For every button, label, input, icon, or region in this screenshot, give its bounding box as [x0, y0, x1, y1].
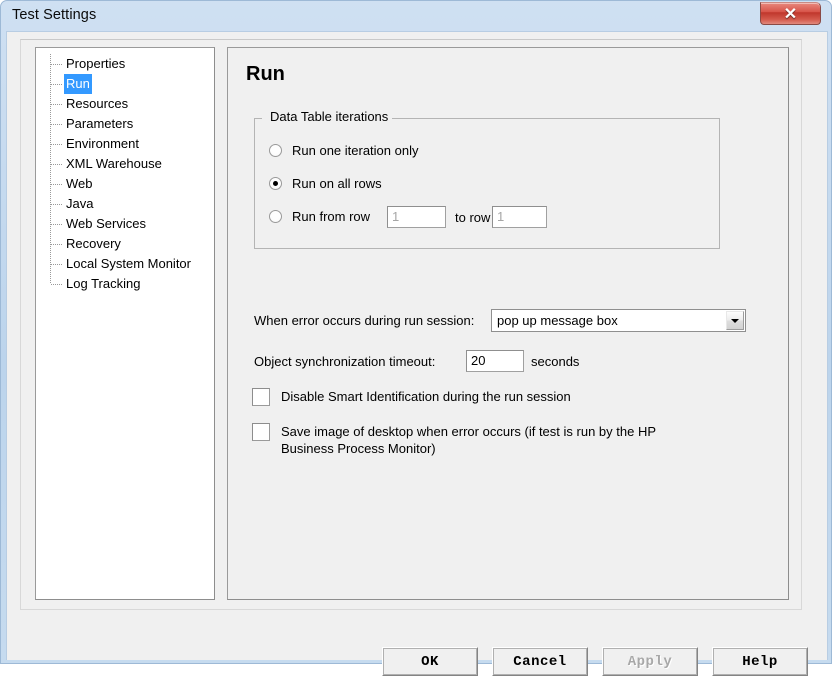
- to-row-label: to row: [455, 210, 491, 225]
- timeout-label: Object synchronization timeout:: [254, 354, 436, 369]
- page-title: Run: [246, 63, 285, 85]
- radio-run-from-row[interactable]: Run from row: [269, 206, 370, 226]
- radio-icon-selected: [269, 176, 282, 190]
- settings-detail-panel: Run Data Table iterations Run one iterat…: [227, 47, 789, 600]
- checkbox-label: Disable Smart Identification during the …: [281, 389, 571, 404]
- from-row-input[interactable]: 1: [387, 206, 446, 228]
- radio-icon: [269, 209, 282, 223]
- sidebar-item-label: Local System Monitor: [66, 256, 191, 271]
- tree-root: Properties Run Resources Parameters Envi…: [36, 54, 214, 294]
- close-icon: ✕: [783, 5, 798, 23]
- sidebar-item-resources[interactable]: Resources: [36, 94, 214, 114]
- error-session-label: When error occurs during run session:: [254, 313, 475, 328]
- ok-button[interactable]: OK: [382, 647, 478, 676]
- timeout-units-label: seconds: [531, 354, 580, 369]
- checkbox-label: Save image of desktop when error occurs …: [281, 424, 656, 456]
- sidebar-item-log-tracking[interactable]: Log Tracking: [36, 274, 214, 294]
- checkbox-save-desktop-image[interactable]: Save image of desktop when error occurs …: [252, 423, 656, 463]
- title-bar: Test Settings ✕: [1, 1, 832, 31]
- sidebar-item-label: Properties: [66, 56, 126, 71]
- error-action-dropdown[interactable]: pop up message box: [491, 309, 746, 332]
- sidebar-item-label: Log Tracking: [66, 276, 141, 291]
- sidebar-item-label: Web: [66, 176, 93, 191]
- close-button[interactable]: ✕: [760, 2, 821, 25]
- group-border-right-stub: [386, 118, 719, 119]
- settings-category-tree[interactable]: Properties Run Resources Parameters Envi…: [35, 47, 215, 600]
- checkbox-icon: [252, 423, 270, 441]
- sidebar-item-environment[interactable]: Environment: [36, 134, 214, 154]
- radio-run-all-rows[interactable]: Run on all rows: [269, 173, 382, 193]
- data-table-iterations-group: Data Table iterations Run one iteration …: [254, 109, 720, 249]
- sidebar-item-xml-warehouse[interactable]: XML Warehouse: [36, 154, 214, 174]
- radio-run-one-iteration[interactable]: Run one iteration only: [269, 140, 418, 160]
- sidebar-item-properties[interactable]: Properties: [36, 54, 214, 74]
- dropdown-toggle[interactable]: [726, 311, 744, 330]
- cancel-button[interactable]: Cancel: [492, 647, 588, 676]
- sidebar-item-recovery[interactable]: Recovery: [36, 234, 214, 254]
- radio-label: Run on all rows: [292, 175, 382, 191]
- sidebar-item-label: Environment: [66, 136, 139, 151]
- checkbox-icon: [252, 388, 270, 406]
- to-row-input[interactable]: 1: [492, 206, 547, 228]
- sidebar-item-label: Parameters: [66, 116, 134, 131]
- group-title: Data Table iterations: [266, 109, 393, 124]
- sidebar-item-label: Resources: [66, 96, 129, 111]
- group-border-left-stub: [255, 118, 262, 119]
- radio-label: Run from row: [292, 208, 371, 224]
- chevron-down-icon: [731, 318, 739, 323]
- radio-icon: [269, 143, 282, 157]
- dialog-window: Test Settings ✕ Properties Run Resources…: [0, 0, 832, 676]
- window-title: Test Settings: [12, 7, 97, 23]
- apply-button[interactable]: Apply: [602, 647, 698, 676]
- sidebar-item-run[interactable]: Run: [36, 74, 214, 94]
- sidebar-item-label: Recovery: [66, 236, 121, 251]
- radio-label: Run one iteration only: [292, 142, 419, 158]
- error-action-selected-value: pop up message box: [497, 313, 618, 328]
- sidebar-item-parameters[interactable]: Parameters: [36, 114, 214, 134]
- sidebar-item-web-services[interactable]: Web Services: [36, 214, 214, 234]
- help-button[interactable]: Help: [712, 647, 808, 676]
- sidebar-item-web[interactable]: Web: [36, 174, 214, 194]
- sidebar-item-label: XML Warehouse: [66, 156, 162, 171]
- sidebar-item-label: Java: [66, 196, 94, 211]
- timeout-input[interactable]: 20: [466, 350, 524, 372]
- dialog-client-area: Properties Run Resources Parameters Envi…: [6, 31, 828, 676]
- sidebar-item-label: Web Services: [66, 216, 146, 231]
- sidebar-item-java[interactable]: Java: [36, 194, 214, 214]
- sidebar-item-label: Run: [64, 74, 92, 94]
- sidebar-item-local-system-monitor[interactable]: Local System Monitor: [36, 254, 214, 274]
- checkbox-disable-smart-identification[interactable]: Disable Smart Identification during the …: [252, 388, 712, 408]
